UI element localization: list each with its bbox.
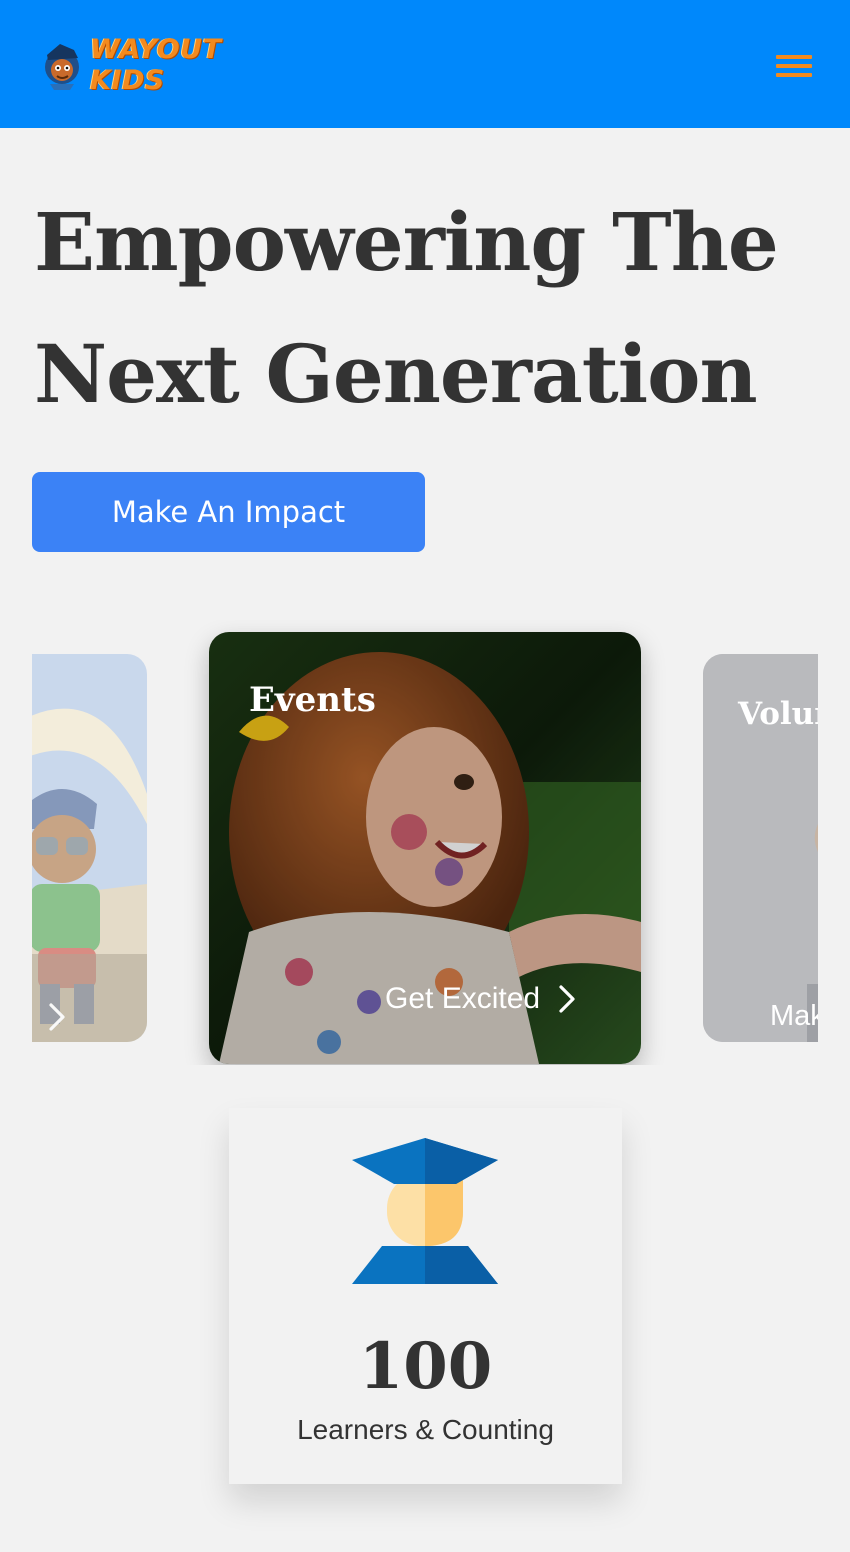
site-header: WAYOUT KIDS — [0, 0, 850, 128]
card-link[interactable]: ary — [32, 1000, 66, 1033]
card-title: Events — [249, 680, 376, 720]
brand-name: WAYOUT KIDS — [90, 34, 222, 96]
chevron-right-icon — [559, 985, 575, 1013]
carousel-card-library[interactable]: g ary — [32, 654, 147, 1042]
card-link-label: Get Excited — [385, 982, 541, 1015]
hero-title-line-2: Next Generation — [34, 327, 758, 421]
hero-title-line-1: Empowering The — [34, 195, 779, 289]
cartoon-bears-image — [32, 654, 147, 1042]
mascot-logo-icon — [45, 44, 79, 90]
card-link[interactable]: Mak — [770, 1000, 818, 1033]
brand-logo[interactable]: WAYOUT KIDS — [40, 34, 260, 96]
carousel-card-events[interactable]: Events Get Excited — [209, 632, 641, 1064]
menu-bar-bottom — [776, 73, 812, 77]
stat-number: 100 — [358, 1329, 493, 1404]
menu-bar-top — [776, 55, 812, 59]
program-carousel: g ary — [32, 620, 818, 1065]
card-link[interactable]: Get Excited — [385, 982, 576, 1016]
stat-card-learners: 100 Learners & Counting — [229, 1108, 622, 1484]
graduate-icon — [352, 1138, 498, 1284]
stat-label: Learners & Counting — [297, 1414, 554, 1445]
chevron-right-icon — [49, 1002, 65, 1031]
hamburger-menu-button[interactable] — [770, 48, 818, 82]
carousel-card-volunteer[interactable]: Volun Mak — [703, 654, 818, 1042]
menu-bar-middle — [776, 64, 812, 68]
make-an-impact-button[interactable]: Make An Impact — [32, 472, 425, 552]
card-title: Volun — [738, 696, 818, 732]
card-link-label: Mak — [770, 1000, 818, 1032]
hero-title: Empowering The Next Generation — [34, 176, 824, 440]
